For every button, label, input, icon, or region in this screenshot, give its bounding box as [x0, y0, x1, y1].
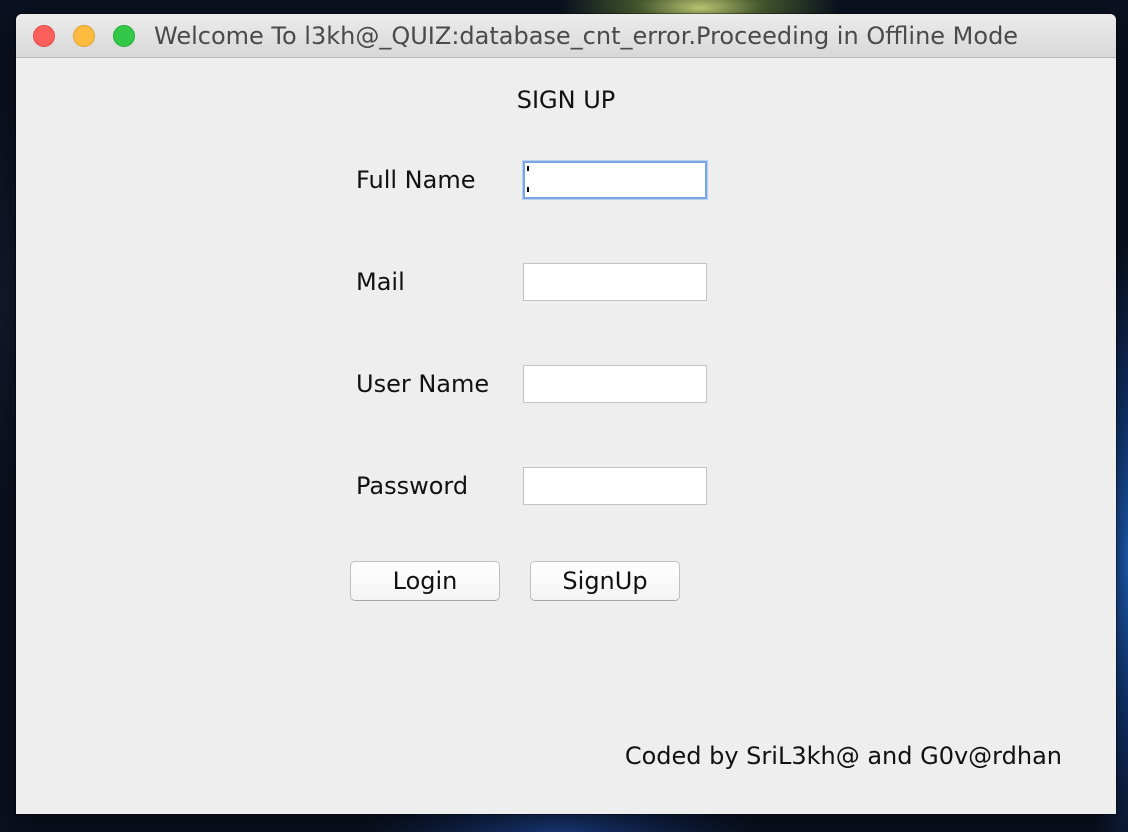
- zoom-window-button[interactable]: [113, 25, 135, 47]
- password-input[interactable]: [523, 467, 707, 505]
- full-name-label: Full Name: [356, 166, 476, 194]
- user-name-input[interactable]: [523, 365, 707, 403]
- window-title: Welcome To l3kh@_QUIZ:database_cnt_error…: [154, 22, 1019, 50]
- mail-label: Mail: [356, 268, 405, 296]
- close-window-button[interactable]: [33, 25, 55, 47]
- signup-form: SIGN UP Full Name Mail User Name Passwor…: [16, 58, 1116, 814]
- mail-input[interactable]: [523, 263, 707, 301]
- text-caret: [527, 166, 529, 192]
- form-heading: SIGN UP: [516, 86, 616, 114]
- password-label: Password: [356, 472, 469, 500]
- window-titlebar[interactable]: Welcome To l3kh@_QUIZ:database_cnt_error…: [16, 14, 1116, 58]
- full-name-input[interactable]: [523, 161, 707, 199]
- signup-button[interactable]: SignUp: [530, 561, 680, 601]
- user-name-label: User Name: [356, 370, 490, 398]
- minimize-window-button[interactable]: [73, 25, 95, 47]
- login-button[interactable]: Login: [350, 561, 500, 601]
- signup-window: Welcome To l3kh@_QUIZ:database_cnt_error…: [16, 14, 1116, 814]
- credits-text: Coded by SriL3kh@ and G0v@rdhan: [624, 742, 1062, 770]
